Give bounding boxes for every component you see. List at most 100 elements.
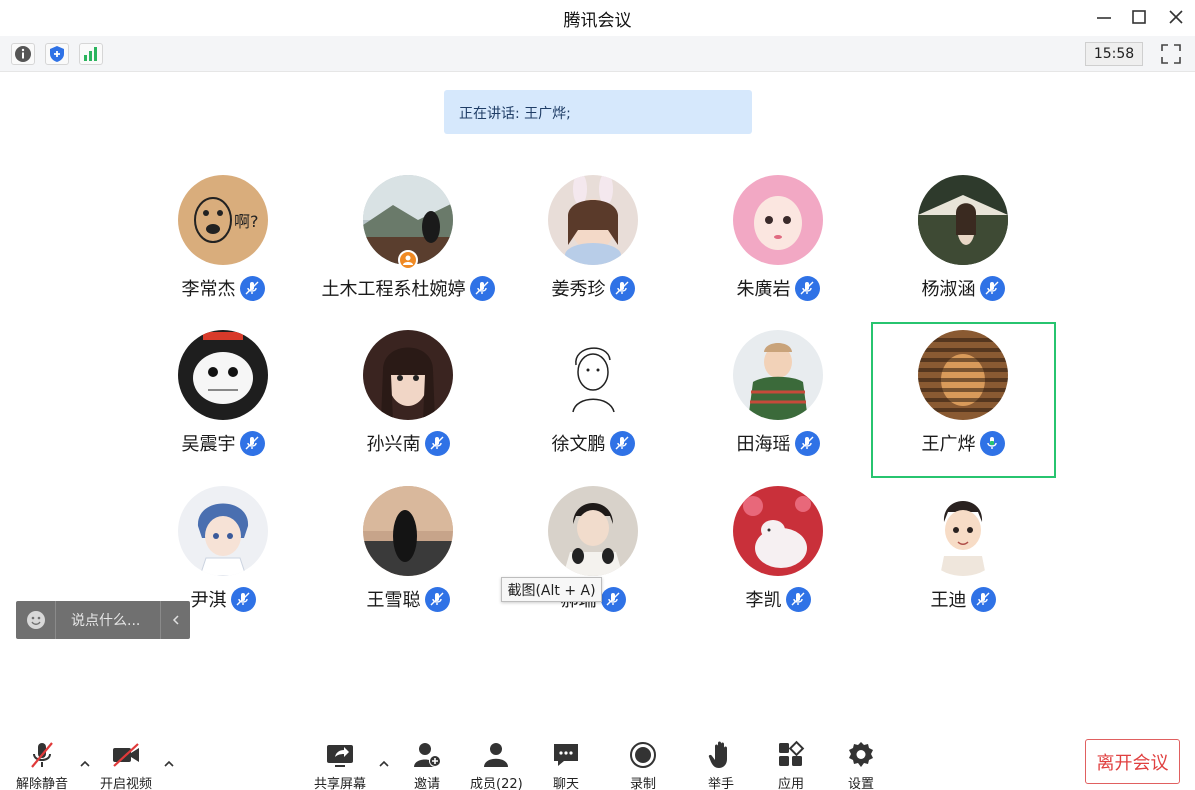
share-screen-icon bbox=[327, 745, 353, 767]
minimize-button[interactable] bbox=[1093, 6, 1115, 28]
fullscreen-icon bbox=[1161, 44, 1181, 64]
raise-hand-button[interactable]: 举手 bbox=[704, 739, 738, 790]
emoji-icon bbox=[26, 611, 45, 629]
hand-icon bbox=[708, 741, 727, 768]
chat-quick-input[interactable]: 说点什么... bbox=[16, 601, 190, 639]
participant-name: 田海瑶 bbox=[736, 434, 791, 455]
avatar-cat-toy-icon bbox=[733, 486, 823, 576]
avatar bbox=[733, 330, 823, 420]
mic-icon bbox=[794, 430, 820, 456]
raise-hand-label: 举手 bbox=[707, 777, 734, 790]
chat-button[interactable]: 聊天 bbox=[549, 739, 583, 790]
gear-icon bbox=[849, 742, 873, 767]
shield-icon bbox=[50, 46, 64, 62]
close-icon bbox=[1169, 10, 1183, 24]
chat-icon bbox=[554, 744, 578, 766]
screenshot-tooltip: 截图(Alt + A) bbox=[501, 577, 602, 602]
speaking-banner: 正在讲话: 王广烨; bbox=[444, 90, 752, 134]
participant-name: 尹淇 bbox=[190, 590, 227, 611]
apps-button[interactable]: 应用 bbox=[774, 739, 808, 790]
participant-name: 姜秀珍 bbox=[551, 279, 606, 300]
participant-name: 朱廣岩 bbox=[736, 279, 791, 300]
invite-button[interactable]: 邀请 bbox=[410, 739, 444, 790]
participant-tile[interactable]: 吴震宇 bbox=[131, 330, 315, 485]
share-screen-label: 共享屏幕 bbox=[314, 777, 367, 790]
avatar-child-sweater-icon bbox=[733, 330, 823, 420]
meeting-clock: 15:58 bbox=[1085, 42, 1143, 66]
chevron-left-icon bbox=[172, 615, 179, 625]
avatar-cartoon-face-icon: 啊? bbox=[178, 175, 268, 265]
unmute-label: 解除静音 bbox=[16, 777, 69, 790]
host-icon bbox=[398, 250, 418, 270]
mic-icon bbox=[469, 275, 495, 301]
mic-icon bbox=[230, 586, 256, 612]
mic-icon bbox=[785, 586, 811, 612]
record-label: 录制 bbox=[629, 777, 656, 790]
participant-tile[interactable]: 郝瑞 bbox=[501, 486, 685, 641]
participant-tile[interactable]: 孙兴南 bbox=[316, 330, 500, 485]
avatar-girl-tent-icon bbox=[918, 175, 1008, 265]
participant-name: 杨淑涵 bbox=[921, 279, 976, 300]
maximize-icon bbox=[1132, 10, 1146, 24]
info-button[interactable] bbox=[11, 43, 35, 65]
maximize-button[interactable] bbox=[1128, 6, 1150, 28]
network-button[interactable] bbox=[79, 43, 103, 65]
avatar-girl-portrait-icon bbox=[363, 330, 453, 420]
members-button[interactable]: 成员(22) bbox=[470, 739, 523, 790]
chat-label: 聊天 bbox=[552, 777, 579, 790]
avatar bbox=[548, 486, 638, 576]
mic-active-icon bbox=[979, 430, 1005, 456]
avatar bbox=[363, 486, 453, 576]
participant-tile[interactable]: 啊? 李常杰 bbox=[131, 175, 315, 330]
participant-name: 李常杰 bbox=[181, 279, 236, 300]
avatar-silhouette-sunset-icon bbox=[363, 486, 453, 576]
share-screen-button[interactable]: 共享屏幕 bbox=[314, 739, 366, 790]
apps-label: 应用 bbox=[777, 777, 804, 790]
info-icon bbox=[15, 46, 31, 62]
emoji-button[interactable] bbox=[16, 601, 56, 639]
leave-meeting-button[interactable]: 离开会议 bbox=[1085, 739, 1180, 784]
avatar-cartoon-boy-icon bbox=[918, 486, 1008, 576]
video-options-button[interactable] bbox=[162, 757, 176, 771]
settings-button[interactable]: 设置 bbox=[844, 739, 878, 790]
participant-tile[interactable]: 王迪 bbox=[871, 486, 1055, 641]
participant-name: 王雪聪 bbox=[366, 590, 421, 611]
mic-icon bbox=[979, 275, 1005, 301]
avatar-girl-pink-hood-icon bbox=[733, 175, 823, 265]
participant-tile[interactable]: 土木工程系杜婉婷 bbox=[316, 175, 500, 330]
avatar bbox=[178, 330, 268, 420]
avatar-blinds-portrait-icon bbox=[918, 330, 1008, 420]
mic-icon bbox=[424, 586, 450, 612]
participant-tile[interactable]: 徐文鹏 bbox=[501, 330, 685, 485]
avatar-anime-boy-icon bbox=[178, 486, 268, 576]
start-video-label: 开启视频 bbox=[100, 777, 153, 790]
chat-placeholder[interactable]: 说点什么... bbox=[56, 610, 160, 630]
avatar bbox=[548, 330, 638, 420]
start-video-button[interactable]: 开启视频 bbox=[100, 739, 152, 790]
mic-icon bbox=[600, 586, 626, 612]
record-button[interactable]: 录制 bbox=[626, 739, 660, 790]
fullscreen-button[interactable] bbox=[1158, 42, 1184, 66]
share-options-button[interactable] bbox=[377, 757, 391, 771]
participant-tile-active-speaker[interactable]: 王广烨 bbox=[871, 330, 1055, 485]
close-button[interactable] bbox=[1165, 6, 1187, 28]
participant-tile[interactable]: 王雪聪 bbox=[316, 486, 500, 641]
collapse-chat-button[interactable] bbox=[160, 601, 190, 639]
mic-muted-icon bbox=[31, 742, 53, 768]
audio-options-button[interactable] bbox=[78, 757, 92, 771]
security-button[interactable] bbox=[45, 43, 69, 65]
participant-tile[interactable]: 杨淑涵 bbox=[871, 175, 1055, 330]
participant-tile[interactable]: 姜秀珍 bbox=[501, 175, 685, 330]
participant-tile[interactable]: 李凯 bbox=[686, 486, 870, 641]
mic-icon bbox=[424, 430, 450, 456]
chevron-up-icon bbox=[164, 760, 174, 767]
meeting-window: 腾讯会议 15:58 正在讲话: 王广烨; 啊? 李常杰 土木工程系杜婉婷 姜秀… bbox=[0, 0, 1195, 790]
participant-tile[interactable]: 朱廣岩 bbox=[686, 175, 870, 330]
participant-name: 吴震宇 bbox=[181, 434, 236, 455]
participant-tile[interactable]: 田海瑶 bbox=[686, 330, 870, 485]
avatar bbox=[918, 330, 1008, 420]
record-icon bbox=[630, 742, 656, 768]
avatar bbox=[548, 175, 638, 265]
unmute-button[interactable]: 解除静音 bbox=[16, 739, 68, 790]
avatar bbox=[178, 486, 268, 576]
